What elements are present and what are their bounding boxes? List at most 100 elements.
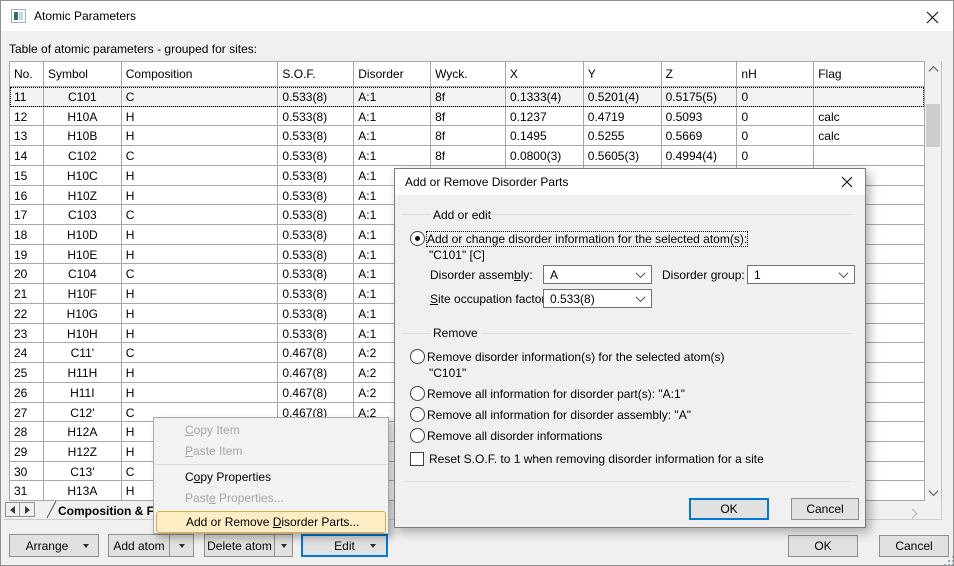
table-cell[interactable]: 15 [10,166,44,185]
table-cell[interactable]: 21 [10,284,44,303]
table-cell[interactable]: 23 [10,324,44,343]
table-cell[interactable]: C103 [44,205,122,224]
table-cell[interactable]: 24 [10,343,44,362]
menu-item[interactable]: Add or Remove Disorder Parts... [156,511,386,533]
table-cell[interactable]: 0.533(8) [278,107,354,126]
table-cell[interactable]: calc [814,107,924,126]
hscroll-right-icon[interactable] [909,506,916,520]
table-cell[interactable]: A:1 [354,107,431,126]
radio-remove-assembly-label[interactable]: Remove all information for disorder asse… [427,408,691,422]
table-row[interactable]: 13H10BH0.533(8)A:18f0.14950.52550.56690c… [10,126,924,146]
table-cell[interactable]: 27 [10,403,44,422]
column-header[interactable]: X [506,62,584,86]
table-cell[interactable]: 0.533(8) [278,264,354,283]
table-cell[interactable]: 0.467(8) [278,363,354,382]
table-cell[interactable]: C [122,343,279,362]
edit-button[interactable]: Edit [301,534,388,557]
table-cell[interactable]: H11H [44,363,122,382]
table-cell[interactable]: H [122,225,279,244]
table-cell[interactable]: 0.1237 [506,107,584,126]
table-cell[interactable]: 31 [10,481,44,500]
table-cell[interactable]: 0.5175(5) [662,87,738,106]
table-cell[interactable]: C12' [44,403,122,422]
ok-button[interactable]: OK [788,535,858,557]
table-cell[interactable]: C11' [44,343,122,362]
table-cell[interactable]: 0.533(8) [278,225,354,244]
disorder-group-select[interactable]: 1 [747,265,855,284]
table-cell[interactable]: 0.0800(3) [506,146,584,165]
column-header[interactable]: nH [737,62,814,86]
table-cell[interactable]: H [122,126,279,145]
table-cell[interactable]: 12 [10,107,44,126]
cancel-button[interactable]: Cancel [879,535,949,557]
table-cell[interactable]: 20 [10,264,44,283]
table-cell[interactable]: 0.1333(4) [506,87,584,106]
table-cell[interactable]: 8f [431,146,506,165]
table-cell[interactable]: 0.5255 [584,126,662,145]
table-cell[interactable]: H10D [44,225,122,244]
dialog-close-icon[interactable] [835,173,859,191]
table-cell[interactable]: A:1 [354,87,431,106]
sof-select[interactable]: 0.533(8) [543,289,652,308]
table-cell[interactable]: C13' [44,462,122,481]
table-cell[interactable]: 0.533(8) [278,146,354,165]
table-cell[interactable]: 25 [10,363,44,382]
table-cell[interactable]: H10G [44,304,122,323]
dialog-cancel-button[interactable]: Cancel [791,498,859,520]
table-cell[interactable]: 18 [10,225,44,244]
add-atom-dropdown[interactable] [169,535,193,556]
vertical-scrollbar[interactable] [925,61,942,501]
table-cell[interactable]: 0.5605(3) [584,146,662,165]
table-cell[interactable]: 0 [737,107,814,126]
table-cell[interactable]: H10F [44,284,122,303]
radio-remove-all[interactable] [410,428,425,443]
column-header[interactable]: Wyck. [431,62,506,86]
table-cell[interactable]: 8f [431,126,506,145]
table-cell[interactable]: C [122,146,279,165]
table-cell[interactable]: H [122,304,279,323]
dialog-ok-button[interactable]: OK [689,498,769,520]
table-cell[interactable]: 0.533(8) [278,186,354,205]
table-cell[interactable]: H10C [44,166,122,185]
table-cell[interactable]: H12A [44,422,122,441]
table-cell[interactable]: 0.533(8) [278,126,354,145]
table-cell[interactable] [814,146,924,165]
scroll-down-icon[interactable] [925,484,942,501]
table-cell[interactable]: H10Z [44,186,122,205]
table-cell[interactable]: 0 [737,87,814,106]
table-cell[interactable]: 11 [10,87,44,106]
table-cell[interactable]: H [122,166,279,185]
table-cell[interactable]: 29 [10,442,44,461]
table-cell[interactable]: 13 [10,126,44,145]
table-cell[interactable]: H [122,245,279,264]
column-header[interactable]: Disorder [354,62,431,86]
table-cell[interactable]: 0.5669 [662,126,738,145]
menu-item[interactable]: Paste Properties... [154,488,388,509]
table-cell[interactable]: 0.5093 [662,107,738,126]
table-cell[interactable]: 8f [431,107,506,126]
resize-grip[interactable] [948,560,950,562]
table-cell[interactable]: C [122,87,279,106]
table-cell[interactable]: 0.533(8) [278,166,354,185]
table-cell[interactable]: 0.4994(4) [662,146,738,165]
tab-scroll-left-icon[interactable] [5,502,20,517]
table-cell[interactable]: H [122,284,279,303]
column-header[interactable]: Symbol [44,62,122,86]
radio-add-disorder[interactable] [410,231,425,246]
table-cell[interactable]: H10A [44,107,122,126]
scrollbar-thumb[interactable] [926,104,940,147]
table-cell[interactable]: 28 [10,422,44,441]
table-cell[interactable]: 0.533(8) [278,284,354,303]
table-cell[interactable]: 22 [10,304,44,323]
table-cell[interactable]: calc [814,126,924,145]
table-cell[interactable]: 0.4719 [584,107,662,126]
radio-remove-part[interactable] [410,386,425,401]
table-cell[interactable]: 14 [10,146,44,165]
radio-remove-part-label[interactable]: Remove all information for disorder part… [427,387,685,401]
table-cell[interactable]: 17 [10,205,44,224]
table-cell[interactable]: 30 [10,462,44,481]
disorder-assembly-select[interactable]: A [543,265,652,284]
table-cell[interactable]: 0.533(8) [278,304,354,323]
table-cell[interactable]: H [122,383,279,402]
menu-item[interactable]: Paste Item [154,441,388,462]
